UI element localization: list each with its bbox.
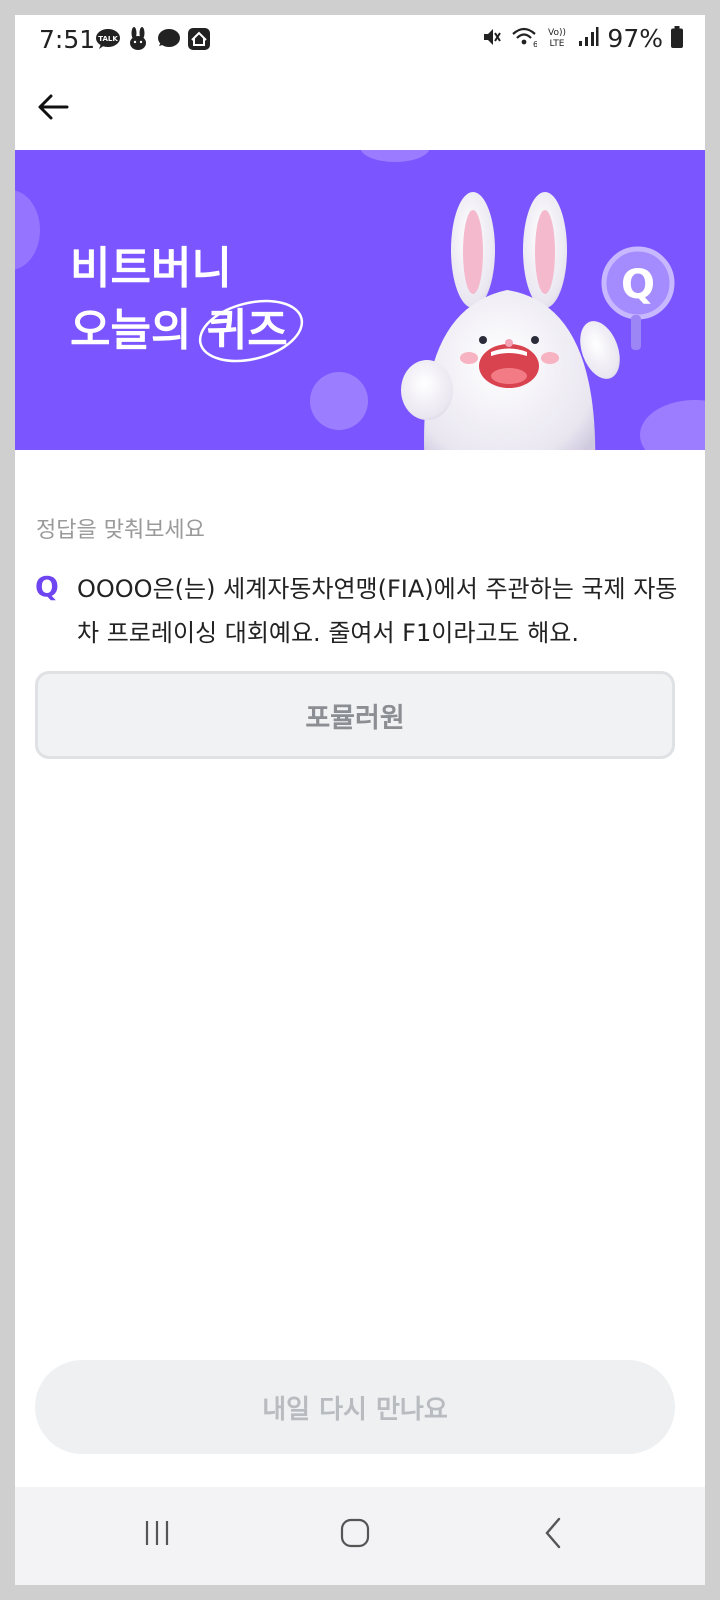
- svg-text:6: 6: [533, 40, 537, 48]
- bunny-mascot-image: Q: [401, 192, 675, 450]
- banner-title-line1: 비트버니: [70, 243, 232, 294]
- highlight-oval: [198, 299, 303, 363]
- quiz-instruction: 정답을 맞춰보세요: [36, 518, 205, 543]
- mute-icon: [481, 26, 503, 52]
- rabbit-icon: [127, 27, 149, 55]
- status-left-icons: TALK: [95, 27, 211, 55]
- svg-text:Q: Q: [621, 262, 655, 308]
- chat-bubble-icon: [155, 28, 181, 54]
- volte-icon: Vo)) LTE: [545, 25, 569, 53]
- back-icon: [543, 1517, 563, 1553]
- app-screen: 7:51 TALK 6 Vo)) LTE 97% 비트버니 오늘의 퀴즈 Q 정…: [15, 15, 705, 1585]
- quiz-question: OOOO은(는) 세계자동차연맹(FIA)에서 주관하는 국제 자동차 프로레이…: [77, 575, 678, 647]
- banner-title-highlight: 퀴즈: [198, 299, 303, 363]
- banner-title-line2: 오늘의 퀴즈: [70, 299, 303, 363]
- back-button[interactable]: [33, 89, 73, 129]
- home-app-icon: [187, 27, 211, 55]
- banner-title: 비트버니 오늘의 퀴즈: [70, 238, 303, 363]
- decor-coin: [15, 190, 40, 270]
- status-bar: 7:51 TALK 6 Vo)) LTE 97%: [15, 15, 705, 65]
- status-time: 7:51: [39, 25, 96, 54]
- wifi-icon: 6: [511, 26, 539, 52]
- talk-icon: TALK: [95, 28, 121, 54]
- see-you-tomorrow-button[interactable]: 내일 다시 만나요: [35, 1360, 675, 1454]
- nav-recent-apps-button[interactable]: [127, 1515, 187, 1555]
- recent-apps-icon: [142, 1519, 172, 1551]
- nav-home-button[interactable]: [325, 1515, 385, 1555]
- svg-text:Vo)): Vo)): [548, 28, 566, 38]
- battery-icon: [671, 25, 683, 52]
- quiz-banner: 비트버니 오늘의 퀴즈 Q: [15, 150, 705, 450]
- decor-coin: [360, 150, 430, 162]
- back-arrow-icon: [37, 93, 69, 125]
- svg-text:LTE: LTE: [550, 39, 565, 49]
- nav-back-button[interactable]: [523, 1515, 583, 1555]
- answer-option[interactable]: 포뮬러원: [35, 671, 675, 759]
- question-q-label: Q: [35, 570, 59, 603]
- svg-text:TALK: TALK: [98, 35, 118, 43]
- home-icon: [340, 1518, 370, 1552]
- system-nav-bar: [15, 1487, 705, 1585]
- decor-coin: [310, 372, 368, 430]
- status-right: 6 Vo)) LTE 97%: [481, 24, 683, 53]
- signal-icon: [577, 26, 599, 52]
- banner-title-prefix: 오늘의: [70, 305, 207, 356]
- battery-percent: 97%: [607, 24, 663, 53]
